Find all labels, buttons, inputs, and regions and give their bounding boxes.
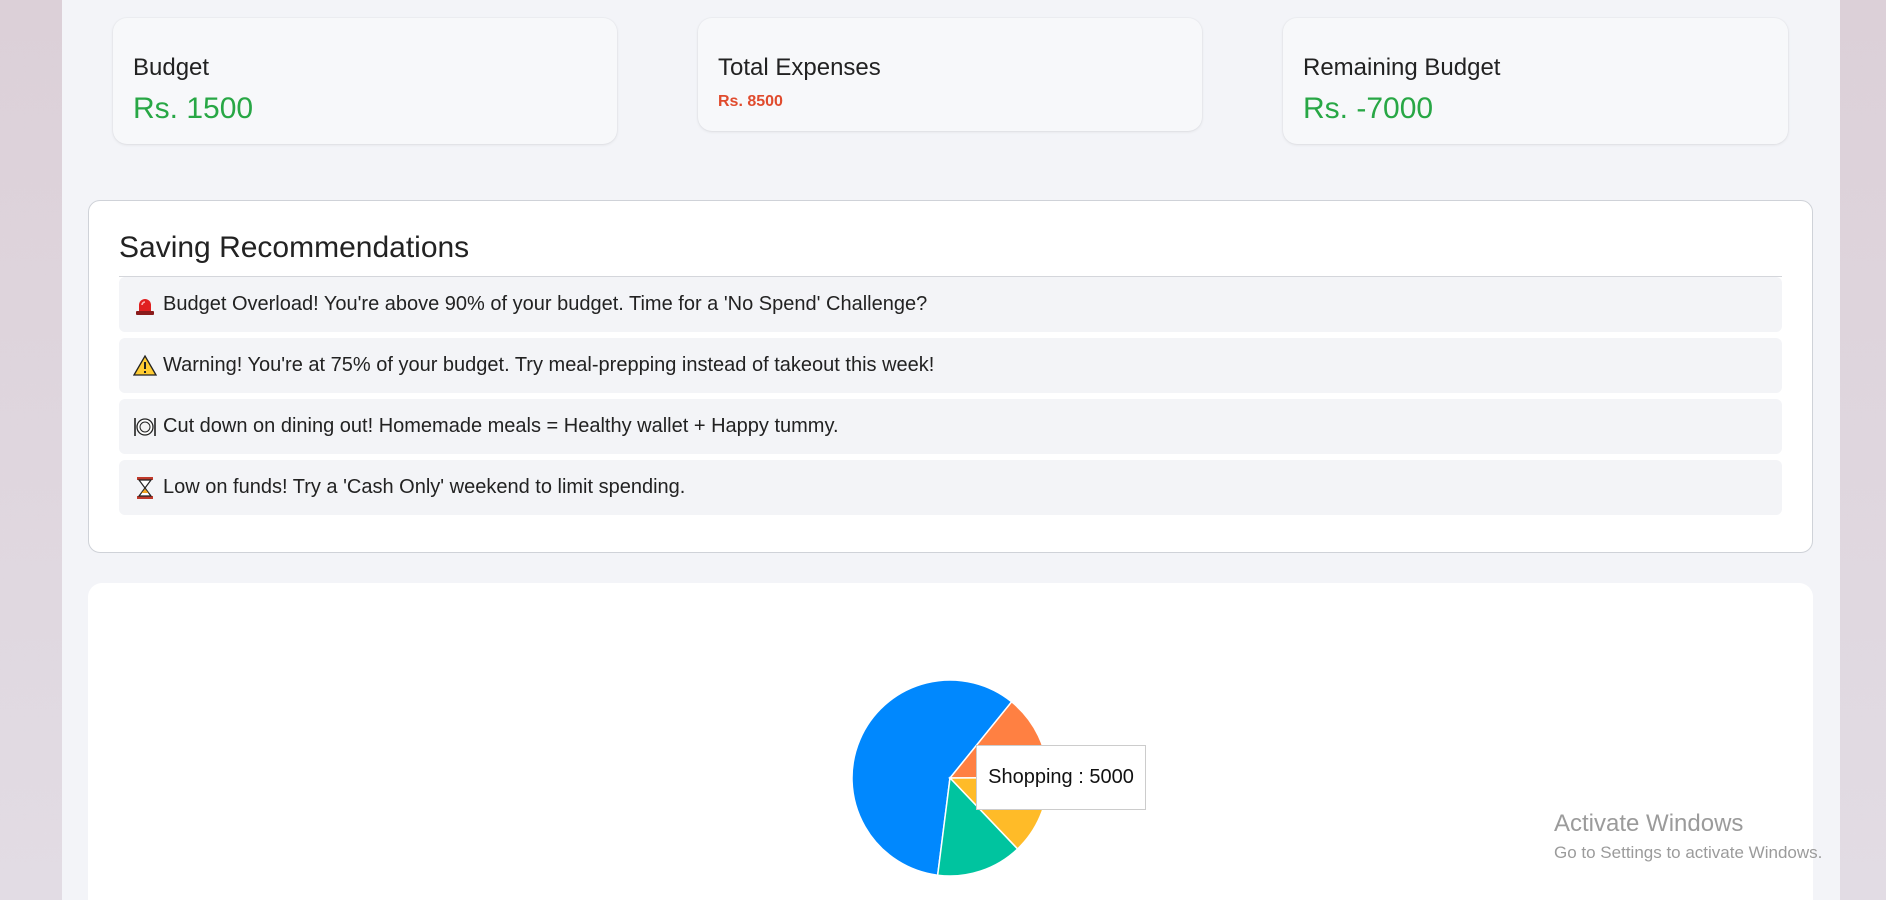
total-expenses-value: Rs. 8500 bbox=[718, 93, 783, 110]
list-item: Budget Overload! You're above 90% of you… bbox=[119, 277, 1782, 332]
hourglass-icon bbox=[133, 476, 157, 500]
recommendations-list: Budget Overload! You're above 90% of you… bbox=[119, 276, 1782, 521]
saving-recommendations-panel: Saving Recommendations Budget Overload! … bbox=[88, 200, 1813, 553]
remaining-budget-label: Remaining Budget bbox=[1303, 54, 1501, 81]
list-item: Low on funds! Try a 'Cash Only' weekend … bbox=[119, 460, 1782, 515]
warning-icon bbox=[132, 354, 158, 378]
activate-windows-watermark: Activate Windows Go to Settings to activ… bbox=[1554, 810, 1822, 863]
dashboard-page: Budget Rs. 1500 Total Expenses Rs. 8500 … bbox=[62, 0, 1840, 900]
remaining-budget-value: Rs. -7000 bbox=[1303, 92, 1434, 125]
recommendation-text: Budget Overload! You're above 90% of you… bbox=[163, 293, 928, 315]
budget-card: Budget Rs. 1500 bbox=[113, 18, 617, 144]
total-expenses-card: Total Expenses Rs. 8500 bbox=[698, 18, 1202, 131]
budget-label: Budget bbox=[133, 54, 210, 81]
saving-recommendations-title: Saving Recommendations bbox=[119, 231, 470, 264]
recommendation-text: Cut down on dining out! Homemade meals =… bbox=[163, 415, 839, 437]
remaining-budget-card: Remaining Budget Rs. -7000 bbox=[1283, 18, 1788, 144]
total-expenses-label: Total Expenses bbox=[718, 54, 881, 81]
watermark-subtitle: Go to Settings to activate Windows. bbox=[1554, 842, 1823, 862]
chart-tooltip: Shopping : 5000 bbox=[976, 745, 1146, 810]
plate-icon bbox=[133, 415, 157, 439]
list-item: Cut down on dining out! Homemade meals =… bbox=[119, 399, 1782, 454]
list-item: Warning! You're at 75% of your budget. T… bbox=[119, 338, 1782, 393]
watermark-title: Activate Windows bbox=[1554, 810, 1744, 837]
recommendation-text: Low on funds! Try a 'Cash Only' weekend … bbox=[163, 476, 686, 498]
recommendation-text: Warning! You're at 75% of your budget. T… bbox=[163, 354, 935, 376]
siren-icon bbox=[133, 293, 157, 317]
budget-value: Rs. 1500 bbox=[133, 92, 254, 125]
